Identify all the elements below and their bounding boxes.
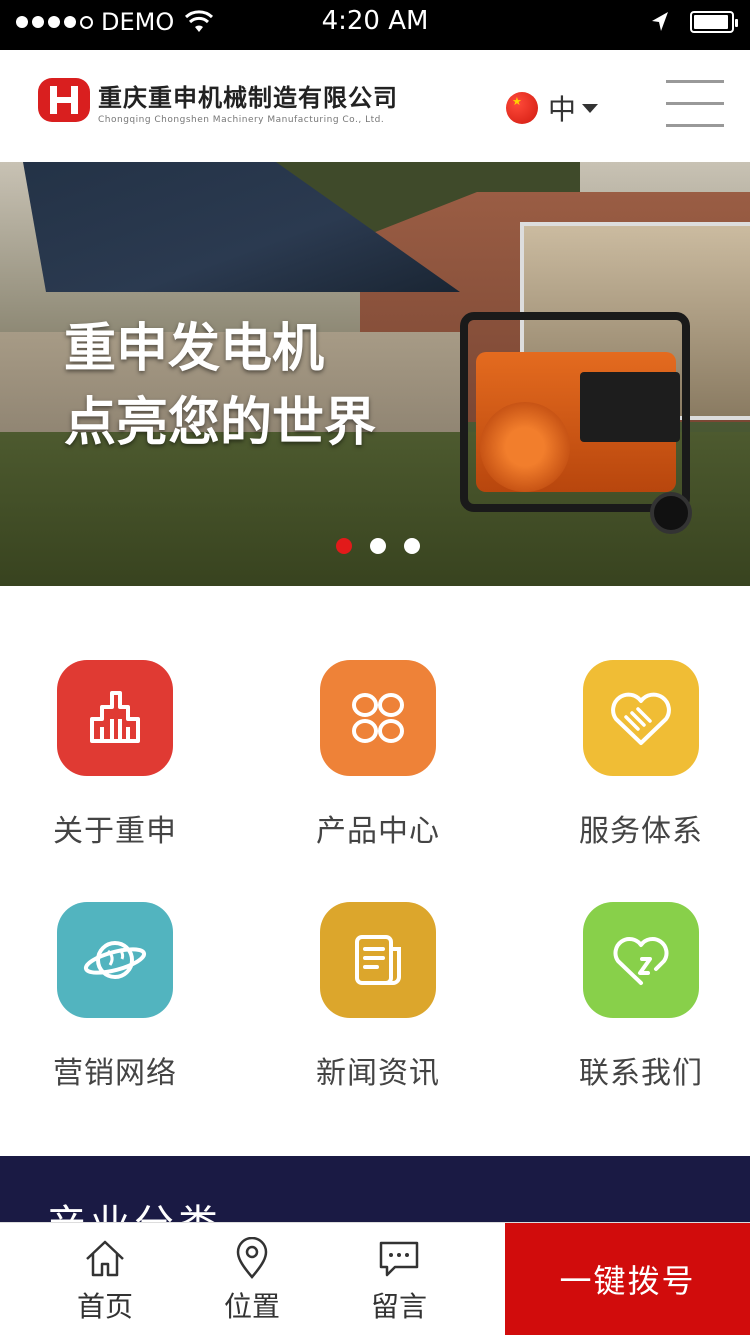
language-selector[interactable]: 中 [506, 88, 599, 128]
feature-label: 产品中心 [316, 814, 440, 849]
banner-headline: 重申发电机 点亮您的世界 [64, 312, 376, 460]
feature-contact[interactable]: 联系我们 [541, 902, 741, 1092]
nav-message-label: 留言 [370, 1290, 427, 1323]
feature-label: 营销网络 [53, 1056, 177, 1091]
carousel-dot[interactable] [336, 538, 352, 554]
nav-location-label: 位置 [223, 1290, 280, 1323]
feature-network[interactable]: 营销网络 [15, 902, 215, 1092]
carousel-dot[interactable] [370, 538, 386, 554]
feature-products[interactable]: 产品中心 [278, 660, 478, 850]
nav-home-label: 首页 [76, 1290, 133, 1323]
carousel-dot[interactable] [404, 538, 420, 554]
bottom-nav: 首页 位置 留言 一键拨号 [0, 1222, 750, 1335]
caret-down-icon [582, 103, 599, 113]
nav-home[interactable]: 首页 [55, 1237, 155, 1325]
china-flag-icon [506, 92, 538, 124]
feature-label: 新闻资讯 [316, 1056, 440, 1091]
building-icon [57, 660, 173, 776]
hamburger-menu-icon[interactable] [666, 80, 724, 130]
chat-bubble-icon [379, 1241, 419, 1277]
map-pin-icon [236, 1236, 268, 1279]
brand-name-en: Chongqing Chongshen Machinery Manufactur… [98, 115, 385, 125]
generator-image [460, 312, 700, 542]
brand[interactable]: 重庆重申机械制造有限公司 Chongqing Chongshen Machine… [98, 78, 398, 125]
brand-name-cn: 重庆重申机械制造有限公司 [98, 84, 398, 112]
banner-line-2: 点亮您的世界 [64, 393, 377, 453]
heart-chat-icon [583, 902, 699, 1018]
newspaper-icon [320, 902, 436, 1018]
hero-banner[interactable]: 重申发电机 点亮您的世界 [0, 162, 750, 586]
feature-label: 联系我们 [579, 1056, 703, 1091]
feature-about[interactable]: 关于重申 [15, 660, 215, 850]
language-label: 中 [548, 93, 577, 126]
handshake-heart-icon [583, 660, 699, 776]
status-bar: DEMO 4:20 AM [0, 0, 750, 50]
ch-logo-icon[interactable] [38, 78, 90, 122]
grid-four-icon [320, 660, 436, 776]
call-button[interactable]: 一键拨号 [505, 1223, 750, 1335]
nav-message[interactable]: 留言 [349, 1237, 449, 1325]
carousel-pager[interactable] [336, 538, 420, 554]
location-arrow-icon [652, 12, 668, 31]
home-icon [86, 1240, 124, 1277]
feature-service[interactable]: 服务体系 [541, 660, 741, 850]
banner-line-1: 重申发电机 [64, 319, 325, 379]
status-right [650, 10, 738, 34]
feature-label: 服务体系 [579, 814, 703, 849]
battery-icon [690, 11, 738, 33]
status-time: 4:20 AM [321, 6, 429, 36]
planet-icon [57, 902, 173, 1018]
feature-grid: 关于重申 产品中心 服务体系 营销网络 新闻资讯 联系我们 [0, 586, 750, 1156]
feature-news[interactable]: 新闻资讯 [278, 902, 478, 1092]
feature-label: 关于重申 [53, 814, 177, 849]
site-header: 重庆重申机械制造有限公司 Chongqing Chongshen Machine… [0, 50, 750, 163]
nav-location[interactable]: 位置 [202, 1236, 302, 1325]
